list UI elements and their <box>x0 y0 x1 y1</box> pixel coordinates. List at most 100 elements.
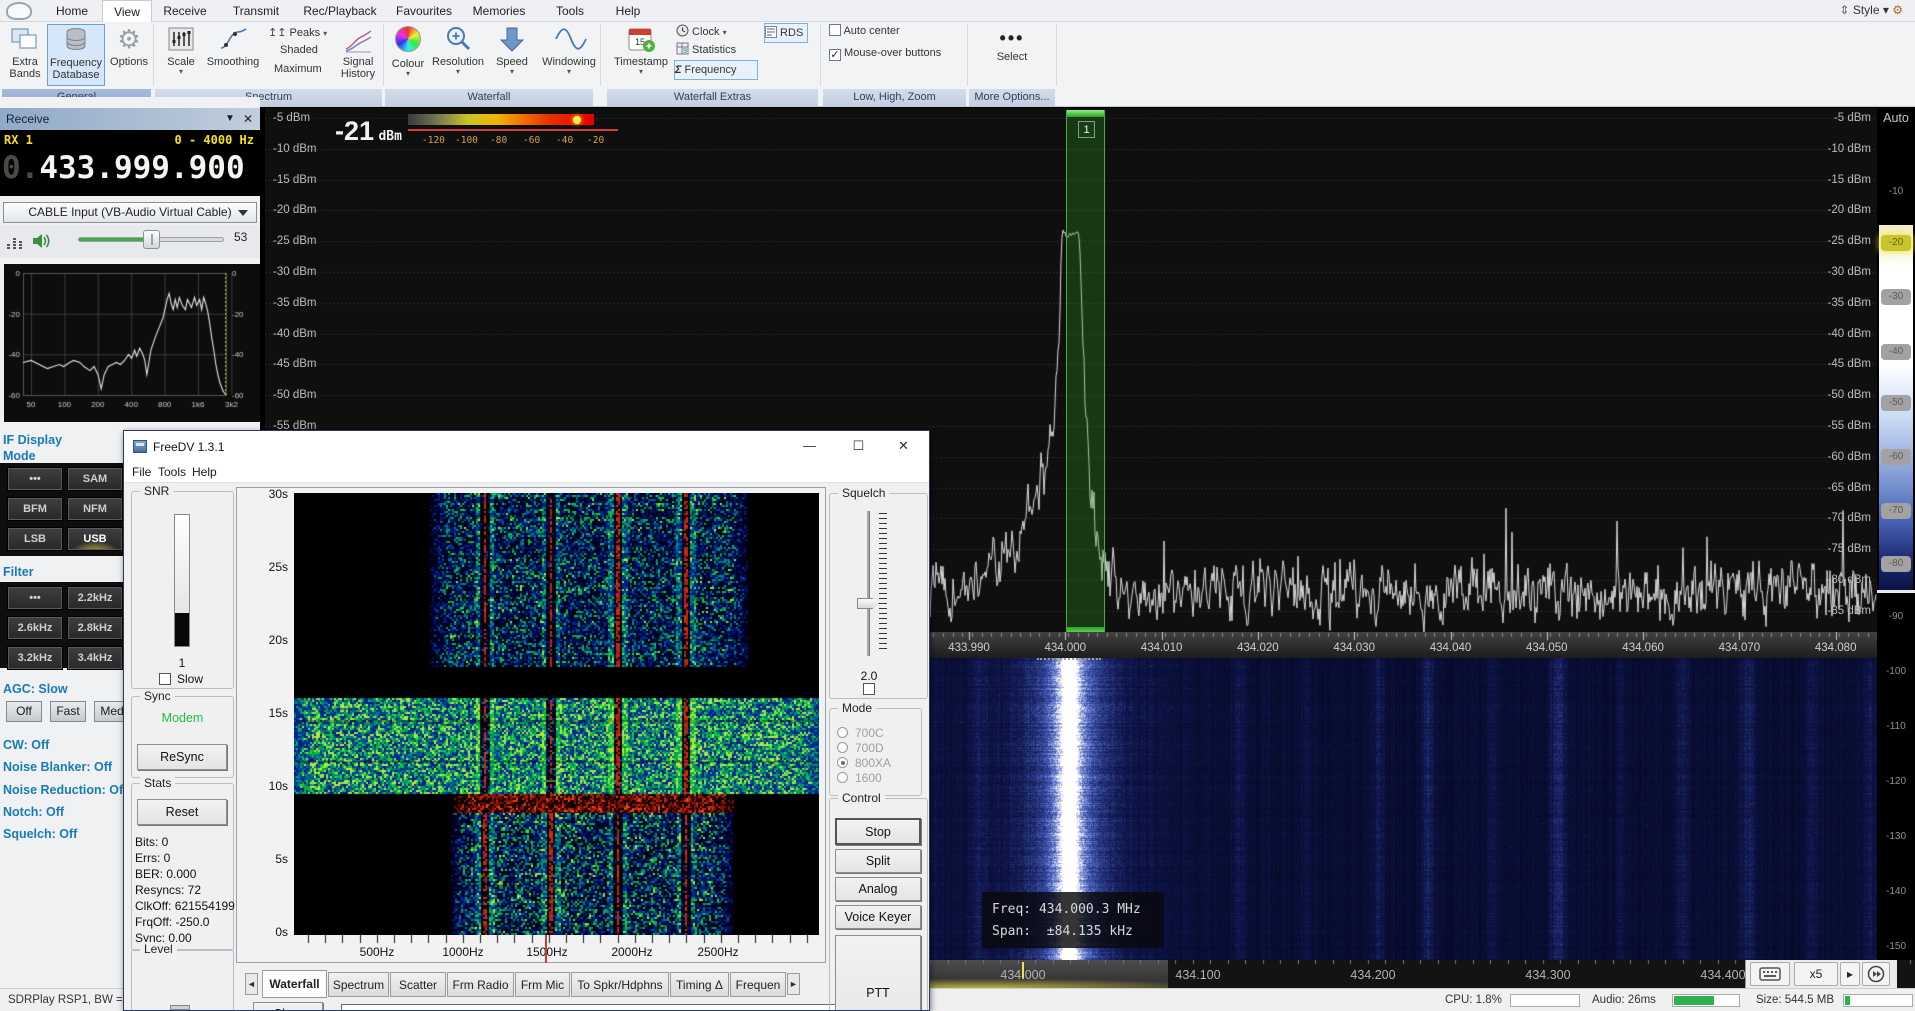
level-chip[interactable]: -20 <box>1881 235 1911 251</box>
lsb-button[interactable]: LSB <box>8 528 62 550</box>
freedv-tab-timing[interactable]: Timing Δ <box>670 972 729 997</box>
menu-help[interactable]: Help <box>192 465 217 479</box>
zoom-in-arrow-button[interactable]: ▸ <box>1840 962 1860 986</box>
freedv-titlebar[interactable]: FreeDV 1.3.1 — ☐ ✕ <box>124 431 929 462</box>
keyboard-entry-button[interactable] <box>1750 962 1790 986</box>
mixer-icon[interactable] <box>6 232 24 252</box>
maximize-button[interactable]: ☐ <box>836 431 881 462</box>
level-chip[interactable]: -70 <box>1881 503 1911 519</box>
mouse-over-checkbox[interactable]: ✓ Mouse-over buttons <box>829 45 969 62</box>
statistics-button[interactable]: 9 Statistics <box>676 42 752 59</box>
ribbon-tab-help[interactable]: Help <box>608 0 648 22</box>
mode-radio-800xa[interactable] <box>837 757 848 768</box>
ribbon-tab-tools[interactable]: Tools <box>548 0 592 22</box>
freedv-tab-frequen[interactable]: Frequen <box>730 972 786 997</box>
ribbon-tab-favourites[interactable]: Favourites <box>396 0 452 22</box>
26khz-button[interactable]: 2.6kHz <box>8 617 62 639</box>
freedv-tab-waterfall[interactable]: Waterfall <box>262 970 327 998</box>
volume-slider[interactable] <box>78 237 224 242</box>
windowing-button[interactable]: Windowing▾ <box>538 24 600 86</box>
level-chip[interactable]: -80 <box>1881 556 1911 572</box>
resolution-button[interactable]: Resolution▾ <box>430 24 486 86</box>
more-options-button[interactable]: ••• <box>8 587 62 609</box>
level-slider-handle[interactable] <box>170 1005 190 1010</box>
ribbon-tab-memories[interactable]: Memories <box>468 0 530 22</box>
panel-collapse-icon[interactable]: ▼ <box>225 108 235 130</box>
mode-radio-1600[interactable] <box>837 772 848 783</box>
ptt-button[interactable]: PTT <box>835 935 921 1011</box>
collapse-chevrons-icon[interactable]: ⇕ <box>1839 3 1849 17</box>
split-button[interactable]: Split <box>835 849 921 873</box>
32khz-button[interactable]: 3.2kHz <box>8 647 62 669</box>
ribbon-tab-view[interactable]: View <box>102 0 152 22</box>
analog-button[interactable]: Analog <box>835 877 921 901</box>
freedv-tab-frmradio[interactable]: Frm Radio <box>447 972 514 997</box>
speaker-icon[interactable] <box>31 231 51 251</box>
frequency-extra-button[interactable]: Σ Frequency <box>674 60 758 80</box>
nfm-button[interactable]: NFM <box>68 498 122 520</box>
shaded-button[interactable]: Shaded <box>280 42 340 59</box>
select-button[interactable]: •••Select <box>985 28 1039 84</box>
freedv-tab-tospkrhdphns[interactable]: To Spkr/Hdphns <box>571 972 669 997</box>
app-menu-icon[interactable] <box>6 2 32 20</box>
snr-slow-checkbox[interactable] <box>159 673 171 685</box>
auto-center-checkbox[interactable]: Auto center <box>829 23 959 40</box>
audio-input-select[interactable]: CABLE Input (VB-Audio Virtual Cable) <box>3 202 257 223</box>
reset-button[interactable]: Reset <box>137 799 227 825</box>
speed-button[interactable]: Speed▾ <box>490 24 534 86</box>
agc-fast-button[interactable]: Fast <box>50 701 86 722</box>
agc-off-button[interactable]: Off <box>6 701 42 722</box>
sam-button[interactable]: SAM <box>68 468 122 490</box>
peaks-button[interactable]: ↥↥ Peaks ▾ <box>268 25 338 42</box>
options-button[interactable]: ⚙Options <box>107 24 151 86</box>
recenter-button[interactable] <box>1862 962 1890 986</box>
tabs-scroll-right[interactable]: ► <box>787 973 800 995</box>
34khz-button[interactable]: 3.4kHz <box>68 647 122 669</box>
stop-button[interactable]: Stop <box>835 818 921 845</box>
ribbon-tab-recplayback[interactable]: Rec/Playback <box>300 0 380 22</box>
rds-button[interactable]: RDS <box>764 23 808 43</box>
panel-close-icon[interactable]: ✕ <box>243 108 253 130</box>
ribbon-tab-receive[interactable]: Receive <box>158 0 212 22</box>
freedv-tab-frmmic[interactable]: Frm Mic <box>515 972 570 997</box>
mode-radio-700d[interactable] <box>837 742 848 753</box>
auto-button[interactable]: Auto <box>1877 111 1915 131</box>
timestamp-button[interactable]: 15Timestamp▾ <box>612 24 670 86</box>
mode-radio-700c[interactable] <box>837 727 848 738</box>
clear-button[interactable]: Clear <box>253 1002 323 1011</box>
freedv-tab-scatter[interactable]: Scatter <box>390 972 446 997</box>
scale-button[interactable]: Scale▾ <box>160 24 202 86</box>
28khz-button[interactable]: 2.8kHz <box>68 617 122 639</box>
minimize-button[interactable]: — <box>787 431 832 462</box>
menu-file[interactable]: File <box>132 465 151 479</box>
more-options-button[interactable]: ••• <box>8 468 62 490</box>
22khz-button[interactable]: 2.2kHz <box>68 587 122 609</box>
style-button[interactable]: ⇕ Style ▾ ⚙ <box>1839 3 1903 17</box>
signal-history-button[interactable]: SignalHistory <box>335 24 381 86</box>
menu-tools[interactable]: Tools <box>158 465 186 479</box>
level-chip[interactable]: -40 <box>1881 344 1911 360</box>
smoothing-button[interactable]: Smoothing <box>205 24 261 86</box>
close-button[interactable]: ✕ <box>881 431 926 462</box>
level-chip[interactable]: -60 <box>1881 449 1911 465</box>
frequency-database-button[interactable]: FrequencyDatabase <box>47 24 105 86</box>
clock-button[interactable]: Clock ▾ <box>676 24 752 41</box>
ribbon-tab-transmit[interactable]: Transmit <box>228 0 284 22</box>
squelch-checkbox[interactable] <box>863 683 875 695</box>
level-chip[interactable]: -50 <box>1881 395 1911 411</box>
voice-keyer-button[interactable]: Voice Keyer <box>835 905 921 929</box>
freedv-tab-spectrum[interactable]: Spectrum <box>328 972 389 997</box>
squelch-slider-track[interactable] <box>867 511 870 656</box>
tabs-scroll-left[interactable]: ◄ <box>245 973 258 995</box>
usb-button[interactable]: USB <box>68 528 122 550</box>
level-chip[interactable]: -30 <box>1881 289 1911 305</box>
volume-slider-handle[interactable] <box>143 230 160 249</box>
resync-button[interactable]: ReSync <box>137 744 227 770</box>
extra-bands-button[interactable]: ExtraBands <box>3 24 47 86</box>
ribbon-tab-home[interactable]: Home <box>45 0 99 22</box>
freedv-text-field[interactable] <box>341 1004 913 1011</box>
colour-button[interactable]: Colour▾ <box>388 24 428 86</box>
zoom-level-button[interactable]: x5 <box>1794 962 1838 986</box>
bfm-button[interactable]: BFM <box>8 498 62 520</box>
rx-channel-badge[interactable]: 1 <box>1078 121 1095 138</box>
